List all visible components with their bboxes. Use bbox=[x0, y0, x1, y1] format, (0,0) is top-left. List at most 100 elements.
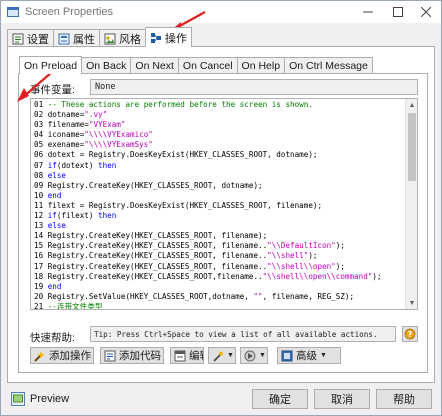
line-number: 13 bbox=[34, 221, 48, 231]
app-icon bbox=[7, 7, 19, 17]
tab-on-ctrl-message-label: On Ctrl Message bbox=[289, 60, 368, 72]
settings-icon bbox=[12, 33, 24, 44]
code-token: (dotext) bbox=[56, 160, 99, 170]
advanced-label: 高级 bbox=[296, 350, 317, 362]
close-icon bbox=[421, 7, 431, 17]
code-token: "" bbox=[253, 291, 263, 301]
help-label: 帮助 bbox=[393, 394, 415, 406]
minimize-button[interactable] bbox=[353, 1, 383, 23]
cancel-label: 取消 bbox=[331, 394, 353, 406]
editor-vertical-scrollbar[interactable]: ▲ ▼ bbox=[405, 99, 417, 309]
quick-help-info-icon[interactable]: ? bbox=[402, 326, 418, 342]
code-line[interactable]: 17 Registry.CreateKey(HKEY_CLASSES_ROOT,… bbox=[34, 262, 404, 272]
scroll-thumb[interactable] bbox=[408, 113, 416, 181]
code-line[interactable]: 15 Registry.CreateKey(HKEY_CLASSES_ROOT,… bbox=[34, 241, 404, 251]
advanced-dropdown-icon: ▼ bbox=[320, 352, 327, 359]
tab-on-ctrl-message[interactable]: On Ctrl Message bbox=[284, 57, 373, 74]
wizard-icon bbox=[213, 351, 223, 362]
code-token: Registry.CreateKey(HKEY_CLASSES_ROOT, do… bbox=[47, 180, 263, 190]
code-token: Registry.CreateKey(HKEY_CLASSES_ROOT, fi… bbox=[47, 251, 268, 261]
edit-button[interactable]: 编辑(E bbox=[170, 347, 204, 364]
code-token: if bbox=[47, 211, 57, 221]
code-line[interactable]: 13 else bbox=[34, 221, 404, 231]
add-action-button[interactable]: 添加操作 bbox=[30, 347, 94, 364]
code-line[interactable]: 20 Registry.SetValue(HKEY_CLASSES_ROOT,d… bbox=[34, 292, 404, 302]
line-number: 12 bbox=[34, 211, 48, 221]
scroll-down-icon[interactable]: ▼ bbox=[406, 297, 417, 309]
wizard-dropdown-icon: ▼ bbox=[227, 352, 234, 359]
screen-properties-window: Screen Properties 设置 属性 风格 操作 On Preload… bbox=[0, 0, 442, 416]
code-token: filename= bbox=[47, 120, 89, 130]
code-line[interactable]: 05 exename="\\\\VYExamSys" bbox=[34, 140, 404, 150]
code-line[interactable]: 14 Registry.CreateKey(HKEY_CLASSES_ROOT,… bbox=[34, 231, 404, 241]
code-token: "\\shell\\open" bbox=[267, 261, 336, 271]
line-number: 17 bbox=[34, 261, 48, 271]
code-token: Registry.CreateKey(HKEY_CLASSES_ROOT, fi… bbox=[47, 261, 268, 271]
code-line[interactable]: 03 filename="VYExam" bbox=[34, 120, 404, 130]
tab-on-back[interactable]: On Back bbox=[81, 57, 132, 74]
tab-properties[interactable]: 属性 bbox=[53, 29, 100, 47]
line-number: 15 bbox=[34, 241, 48, 251]
tab-on-help[interactable]: On Help bbox=[236, 57, 286, 74]
script-editor[interactable]: 01 -- These actions are performed before… bbox=[30, 98, 418, 310]
code-token: dotname= bbox=[47, 110, 85, 120]
line-number: 05 bbox=[34, 140, 48, 150]
add-code-icon bbox=[104, 350, 116, 361]
tab-style[interactable]: 风格 bbox=[99, 29, 146, 47]
wizard-button[interactable]: ▼ bbox=[208, 347, 236, 364]
code-line[interactable]: 01 -- These actions are performed before… bbox=[34, 100, 404, 110]
code-line[interactable]: 06 dotext = Registry.DoesKeyExist(HKEY_C… bbox=[34, 150, 404, 160]
line-number: 04 bbox=[34, 130, 48, 140]
code-line[interactable]: 04 iconame="\\\\VYExamico" bbox=[34, 130, 404, 140]
tab-on-cancel[interactable]: On Cancel bbox=[177, 57, 238, 74]
preview-icon bbox=[11, 392, 25, 406]
script-code[interactable]: 01 -- These actions are performed before… bbox=[34, 100, 404, 310]
add-code-label: 添加代码 bbox=[119, 350, 161, 362]
advanced-button[interactable]: 高级 ▼ bbox=[277, 347, 341, 364]
code-line[interactable]: 10 end bbox=[34, 191, 404, 201]
script-button[interactable]: ▼ bbox=[240, 347, 268, 364]
cancel-button[interactable]: 取消 bbox=[314, 389, 370, 409]
code-token: ".vy" bbox=[84, 110, 108, 120]
help-button[interactable]: 帮助 bbox=[376, 389, 432, 409]
code-token: --连带文件类型 bbox=[47, 301, 103, 310]
preview-button[interactable]: Preview bbox=[11, 389, 69, 409]
tab-on-next-label: On Next bbox=[135, 60, 174, 72]
code-token: else bbox=[47, 221, 67, 231]
maximize-button[interactable] bbox=[383, 1, 413, 23]
code-token: (filext) bbox=[56, 211, 99, 221]
code-token: ); bbox=[335, 261, 345, 271]
close-button[interactable] bbox=[411, 1, 441, 23]
code-line[interactable]: 21 --连带文件类型 bbox=[34, 301, 404, 310]
code-token: exename= bbox=[47, 140, 85, 150]
tab-on-next[interactable]: On Next bbox=[130, 57, 179, 74]
tab-actions[interactable]: 操作 bbox=[145, 27, 192, 47]
tab-style-label: 风格 bbox=[119, 33, 141, 46]
line-number: 14 bbox=[34, 231, 48, 241]
code-line[interactable]: 02 dotname=".vy" bbox=[34, 110, 404, 120]
line-number: 01 bbox=[34, 100, 48, 109]
code-token: , filename, REG_SZ); bbox=[262, 291, 355, 301]
code-line[interactable]: 11 filext = Registry.DoesKeyExist(HKEY_C… bbox=[34, 201, 404, 211]
tab-on-back-label: On Back bbox=[86, 60, 127, 72]
code-token: end bbox=[47, 190, 62, 200]
code-token: Registry.SetValue(HKEY_CLASSES_ROOT,dotn… bbox=[47, 291, 254, 301]
scroll-up-icon[interactable]: ▲ bbox=[406, 99, 417, 111]
tab-properties-label: 属性 bbox=[73, 33, 95, 46]
add-code-button[interactable]: 添加代码 ▼ bbox=[100, 347, 164, 364]
code-line[interactable]: 16 Registry.CreateKey(HKEY_CLASSES_ROOT,… bbox=[34, 251, 404, 261]
code-line[interactable]: 09 Registry.CreateKey(HKEY_CLASSES_ROOT,… bbox=[34, 181, 404, 191]
tab-settings[interactable]: 设置 bbox=[7, 29, 54, 47]
code-line[interactable]: 07 if(dotext) then bbox=[34, 161, 404, 171]
line-number: 19 bbox=[34, 281, 48, 291]
code-token: else bbox=[47, 170, 67, 180]
quick-help-label: 快速帮助: bbox=[30, 332, 75, 344]
code-line[interactable]: 19 end bbox=[34, 282, 404, 292]
ok-button[interactable]: 确定 bbox=[252, 389, 308, 409]
code-line[interactable]: 18 Registry.CreateKey(HKEY_CLASSES_ROOT,… bbox=[34, 272, 404, 282]
code-token: "\\shell" bbox=[267, 251, 309, 261]
code-line[interactable]: 08 else bbox=[34, 171, 404, 181]
style-icon bbox=[104, 33, 116, 44]
tab-on-preload[interactable]: On Preload bbox=[19, 56, 83, 74]
code-line[interactable]: 12 if(filext) then bbox=[34, 211, 404, 221]
